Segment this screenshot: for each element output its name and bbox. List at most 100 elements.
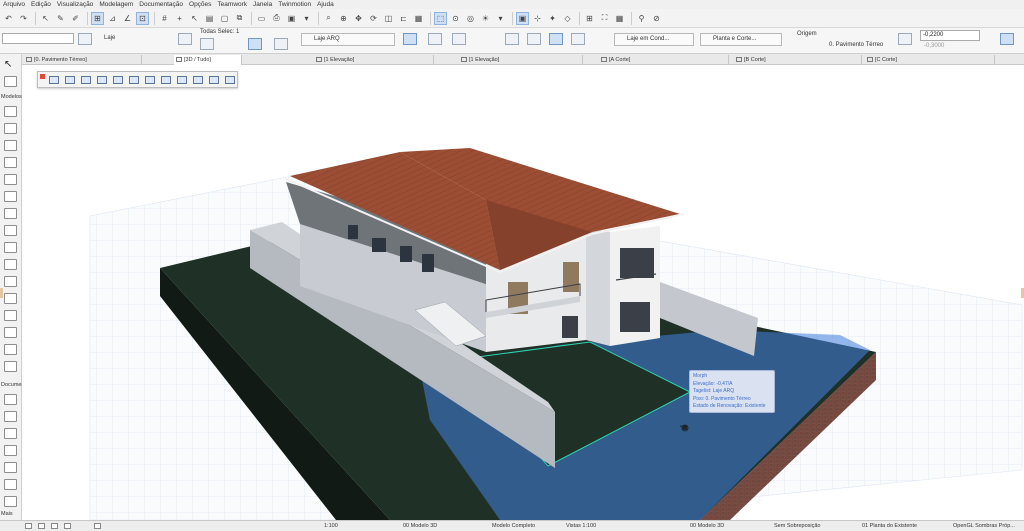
view-window-icon[interactable]: ▣ (516, 11, 529, 25)
menu-edicao[interactable]: Edição (31, 1, 51, 8)
render-icon[interactable]: ⊞ (583, 12, 596, 25)
custom-texture-icon[interactable] (225, 76, 235, 84)
panel-toggle-icon[interactable] (1000, 33, 1014, 45)
tab-ground-floor[interactable]: [0. Pavimento Térreo] (24, 55, 142, 65)
grid-snap-icon[interactable]: ⊞ (91, 11, 104, 25)
lock-icon[interactable]: ▢ (218, 12, 231, 25)
layers-icon[interactable]: ▤ (203, 12, 216, 25)
undo-zoom-icon[interactable] (25, 523, 32, 529)
left-panel-handle[interactable] (0, 288, 3, 298)
3d-view-icon[interactable]: ◫ (382, 12, 395, 25)
camera-icon[interactable]: ◎ (464, 12, 477, 25)
angle-icon[interactable]: ∠ (121, 12, 134, 25)
arrow-tool-icon[interactable]: ↖ (4, 59, 17, 70)
view-map-display[interactable]: 00 Modelo 3D (403, 522, 437, 531)
menu-modelagem[interactable]: Modelagem (99, 1, 133, 8)
door-tool-icon[interactable] (4, 174, 17, 185)
curtain-wall-tool-icon[interactable] (4, 276, 17, 287)
renovation-display[interactable]: 01 Planta do Existente (862, 522, 917, 531)
chevron-down-icon[interactable]: ▾ (494, 12, 507, 25)
redo-icon[interactable]: ↷ (17, 12, 30, 25)
orbit-icon[interactable]: ⊙ (449, 12, 462, 25)
label-tool-icon[interactable] (4, 445, 17, 456)
render-engine-display[interactable]: OpenGL Sombras Próp... (953, 522, 1015, 531)
curve-edge-icon[interactable] (129, 76, 139, 84)
printer-icon[interactable]: ⎙ (270, 12, 283, 25)
floor-plan-display-select[interactable]: Laje em Cond... (614, 33, 694, 46)
arc-tool-icon[interactable] (4, 496, 17, 507)
move-node-icon[interactable] (161, 76, 171, 84)
object-tool-icon[interactable] (4, 310, 17, 321)
add-polygon-icon[interactable] (97, 76, 107, 84)
offset-edge-icon[interactable] (81, 76, 91, 84)
zoom-in-icon[interactable] (38, 523, 45, 529)
3d-model-drawing[interactable] (22, 65, 1024, 520)
slab-shape-icon[interactable] (274, 38, 288, 50)
fit-window-icon[interactable] (64, 523, 71, 529)
grid-icon[interactable]: # (158, 12, 171, 25)
pencil-icon[interactable]: ✎ (54, 12, 67, 25)
group-icon[interactable]: ⧉ (233, 12, 246, 25)
push-pull-icon[interactable] (65, 76, 75, 84)
lamp-tool-icon[interactable] (4, 361, 17, 372)
override-display[interactable]: Sem Sobreposição (774, 522, 820, 531)
toolbox-section-more[interactable]: Mais (1, 511, 13, 517)
reference-line-icon[interactable] (200, 38, 214, 50)
snap-icon[interactable]: ⊡ (136, 11, 149, 25)
eyedropper-icon[interactable]: ✐ (69, 12, 82, 25)
marquee-tool-icon[interactable] (4, 76, 17, 87)
geometry-icon[interactable] (178, 33, 192, 45)
teamwork-icon[interactable]: ⚲ (635, 12, 648, 25)
text-tool-icon[interactable] (4, 428, 17, 439)
fit-icon[interactable]: ⛶ (598, 12, 611, 25)
display-scale[interactable]: Vistas 1:100 (566, 522, 596, 531)
tab-section-c[interactable]: [C Corte] (865, 55, 995, 65)
roof-tool-icon[interactable] (4, 208, 17, 219)
find-select-icon[interactable]: ⌕ (322, 12, 335, 25)
chevron-down-icon[interactable]: ▾ (300, 12, 313, 25)
guide-lines-icon[interactable]: ⊿ (106, 12, 119, 25)
tab-elevation-1[interactable]: [1 Elevação] (314, 55, 434, 65)
ceiling-icon[interactable] (428, 33, 442, 45)
menu-janela[interactable]: Janela (253, 1, 272, 8)
zoom-icon[interactable]: ⊕ (337, 12, 350, 25)
stair-tool-icon[interactable] (4, 242, 17, 253)
align-core-icon[interactable] (571, 33, 585, 45)
cut-planes-select[interactable]: Planta e Corte... (700, 33, 782, 46)
fill-tool-icon[interactable] (4, 462, 17, 473)
menu-opcoes[interactable]: Opções (189, 1, 211, 8)
scale-display[interactable]: 1:100 (324, 522, 338, 531)
column-tool-icon[interactable] (4, 123, 17, 134)
layer-label[interactable]: Laje (104, 35, 115, 41)
rotate-icon[interactable]: ⟳ (367, 12, 380, 25)
tab-section-b[interactable]: [B Corte] (734, 55, 862, 65)
save-icon[interactable]: ▣ (285, 12, 298, 25)
measure-icon[interactable]: ⊏ (397, 12, 410, 25)
menu-visualizacao[interactable]: Visualização (57, 1, 93, 8)
rotate-face-icon[interactable] (193, 76, 203, 84)
reserve-icon[interactable]: ⊘ (650, 12, 663, 25)
fillet-icon[interactable] (145, 76, 155, 84)
pointer-icon[interactable]: ↖ (39, 12, 52, 25)
3d-viewport[interactable] (22, 65, 1024, 520)
beam-tool-icon[interactable] (4, 140, 17, 151)
align-top-icon[interactable] (505, 33, 519, 45)
align-bottom-icon[interactable] (549, 33, 563, 45)
railing-tool-icon[interactable] (4, 259, 17, 270)
offset-input[interactable]: -0,2200 (920, 30, 980, 41)
level-tool-icon[interactable] (4, 411, 17, 422)
cube-icon[interactable]: ▦ (412, 12, 425, 25)
floor-plan-icon[interactable] (403, 33, 417, 45)
zone-tool-icon[interactable] (4, 327, 17, 338)
marquee-icon[interactable]: ⬚ (434, 11, 447, 25)
mirror-icon[interactable] (209, 76, 219, 84)
slab-tool-icon[interactable] (4, 191, 17, 202)
tab-3d[interactable]: [3D / Tudo] (174, 55, 242, 65)
align-middle-icon[interactable] (527, 33, 541, 45)
cursor-icon[interactable]: ↖ (188, 12, 201, 25)
settings-icon[interactable] (78, 33, 92, 45)
zoom-out-icon[interactable] (51, 523, 58, 529)
window-tool-icon[interactable] (4, 157, 17, 168)
line-tool-icon[interactable] (4, 479, 17, 490)
composite-select[interactable]: Laje ARQ (301, 33, 395, 46)
